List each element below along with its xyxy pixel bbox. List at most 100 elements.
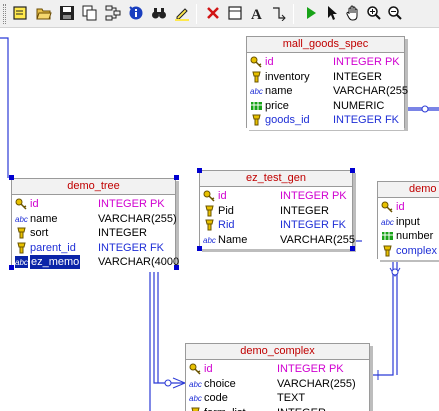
field-row[interactable]: form_list INTEGER xyxy=(186,406,369,411)
resize-handle[interactable] xyxy=(197,246,202,251)
connector-icon[interactable] xyxy=(269,3,289,23)
key-icon xyxy=(15,198,28,210)
highlighter-icon[interactable] xyxy=(172,3,192,23)
field-name: sort xyxy=(30,227,49,239)
layout-icon[interactable] xyxy=(103,3,123,23)
pointer-icon[interactable] xyxy=(322,3,342,23)
table-title[interactable]: demo xyxy=(378,182,439,198)
field-type: VARCHAR(255) xyxy=(277,377,356,390)
delete-icon[interactable] xyxy=(203,3,223,23)
table-demo-tree[interactable]: demo_tree id INTEGER PK abc name VARCHAR… xyxy=(11,178,179,272)
resize-handle[interactable] xyxy=(197,168,202,173)
field-type: VARCHAR(255 xyxy=(280,233,355,246)
table-demo[interactable]: demo id abc input number complex xyxy=(377,181,439,260)
copy-icon[interactable] xyxy=(80,3,100,23)
table-title[interactable]: ez_test_gen xyxy=(200,171,352,187)
field-type: INTEGER PK xyxy=(280,190,347,202)
diagram-canvas[interactable]: mall_goods_spec id INTEGER PK inventory … xyxy=(0,28,439,411)
resize-handle[interactable] xyxy=(174,265,179,270)
field-name: price xyxy=(265,99,289,112)
field-name: form_list xyxy=(204,406,246,411)
field-row[interactable]: id INTEGER PK xyxy=(12,197,175,212)
resize-handle[interactable] xyxy=(9,265,14,270)
field-row[interactable]: goods_id INTEGER FK xyxy=(247,113,404,128)
table-title[interactable]: mall_goods_spec xyxy=(247,37,404,53)
not-null-icon xyxy=(203,219,216,231)
field-row[interactable]: sort INTEGER xyxy=(12,226,175,241)
relation-line[interactable] xyxy=(0,37,9,178)
field-name: choice xyxy=(204,377,236,390)
binoculars-icon[interactable] xyxy=(149,3,169,23)
info-icon[interactable] xyxy=(126,3,146,23)
field-name: Pid xyxy=(218,204,234,217)
table-mall-goods-spec[interactable]: mall_goods_spec id INTEGER PK inventory … xyxy=(246,36,408,130)
resize-handle[interactable] xyxy=(174,175,179,180)
field-type: INTEGER FK xyxy=(333,114,400,126)
svg-text:abc: abc xyxy=(189,380,202,389)
table-ez-test-gen[interactable]: ez_test_gen id INTEGER PK Pid INTEGER Ri… xyxy=(199,170,355,249)
field-row[interactable]: id xyxy=(378,200,439,215)
field-type: INTEGER xyxy=(280,204,329,217)
save-icon[interactable] xyxy=(57,3,77,23)
not-null-icon xyxy=(15,227,28,239)
field-row[interactable]: abc name VARCHAR(255 xyxy=(247,84,408,99)
field-row[interactable]: parent_id INTEGER FK xyxy=(12,241,175,256)
svg-text:abc: abc xyxy=(15,258,28,267)
field-name: code xyxy=(204,392,228,404)
run-icon[interactable] xyxy=(301,3,321,23)
text-field-icon: abc xyxy=(15,213,28,225)
text-icon[interactable]: A xyxy=(247,3,267,23)
field-row[interactable]: Rid INTEGER FK xyxy=(200,218,352,233)
field-name: id xyxy=(30,198,39,210)
resize-handle[interactable] xyxy=(9,175,14,180)
field-row[interactable]: abc input xyxy=(378,215,439,230)
table-title[interactable]: demo_complex xyxy=(186,344,369,360)
text-field-icon: abc xyxy=(381,216,394,228)
field-type: INTEGER xyxy=(98,227,147,239)
open-icon[interactable] xyxy=(34,3,54,23)
table-icon[interactable] xyxy=(225,3,245,23)
field-row[interactable]: abc choice VARCHAR(255) xyxy=(186,377,369,392)
field-row[interactable]: id INTEGER PK xyxy=(247,55,404,70)
field-row-selected[interactable]: abc ez_memo VARCHAR(4000 xyxy=(12,255,179,270)
resize-handle[interactable] xyxy=(350,246,355,251)
field-name: name xyxy=(30,212,58,225)
numeric-icon xyxy=(250,100,263,112)
field-row[interactable]: abc code TEXT xyxy=(186,391,369,406)
field-row[interactable]: complex xyxy=(378,244,439,259)
field-type: INTEGER PK xyxy=(277,363,344,375)
field-name: id xyxy=(204,363,213,375)
not-null-icon xyxy=(250,114,263,126)
zoom-in-icon[interactable] xyxy=(364,3,384,23)
field-row[interactable]: price NUMERIC xyxy=(247,99,404,114)
svg-text:abc: abc xyxy=(189,394,202,403)
not-null-icon xyxy=(250,71,263,83)
field-row[interactable]: id INTEGER PK xyxy=(200,189,352,204)
field-name: parent_id xyxy=(30,241,76,254)
resize-handle[interactable] xyxy=(350,168,355,173)
relation-line[interactable] xyxy=(153,266,185,384)
toolbar-separator xyxy=(196,4,197,24)
hand-icon[interactable] xyxy=(343,3,363,23)
field-name: name xyxy=(265,85,293,97)
field-row[interactable]: inventory INTEGER xyxy=(247,70,404,85)
field-row[interactable]: abc Name VARCHAR(255 xyxy=(200,233,355,248)
key-icon xyxy=(189,363,202,375)
text-field-icon: abc xyxy=(189,392,202,404)
field-name: ez_memo xyxy=(30,255,81,269)
field-row[interactable]: abc name VARCHAR(255) xyxy=(12,212,177,227)
toolbar-grip[interactable] xyxy=(3,4,6,24)
field-row[interactable]: Pid INTEGER xyxy=(200,204,352,219)
field-type: VARCHAR(255 xyxy=(333,85,408,97)
key-icon xyxy=(381,201,394,213)
svg-text:A: A xyxy=(251,7,262,21)
new-icon[interactable] xyxy=(10,3,30,23)
relation-line[interactable] xyxy=(370,260,394,376)
table-demo-complex[interactable]: demo_complex id INTEGER PK abc choice VA… xyxy=(185,343,370,411)
not-null-icon xyxy=(15,242,28,254)
zoom-out-icon[interactable] xyxy=(385,3,405,23)
table-title[interactable]: demo_tree xyxy=(12,179,175,195)
field-row[interactable]: id INTEGER PK xyxy=(186,362,369,377)
field-row[interactable]: number xyxy=(378,229,439,244)
field-type: INTEGER PK xyxy=(333,56,400,68)
